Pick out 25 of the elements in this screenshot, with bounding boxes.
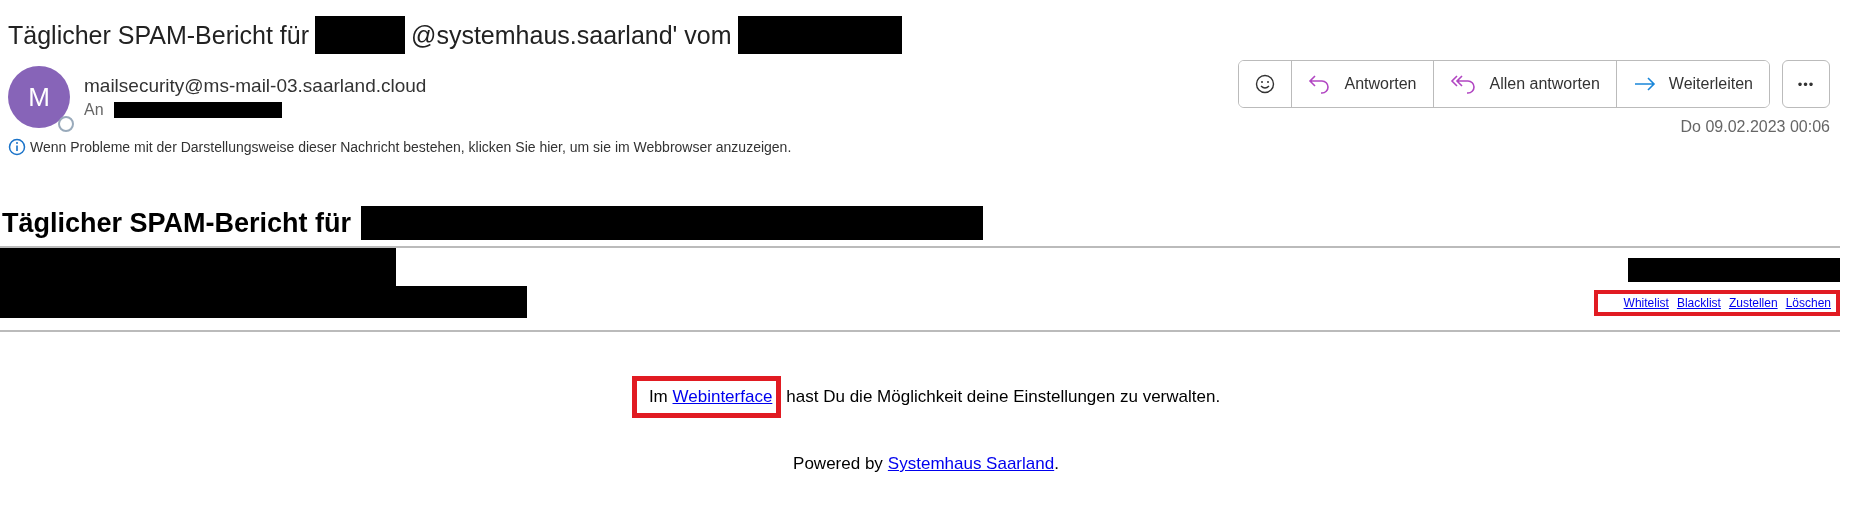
subject-text: @systemhaus.saarland' vom bbox=[411, 20, 732, 50]
more-button[interactable]: ••• bbox=[1782, 60, 1830, 108]
subject-text: Täglicher SPAM-Bericht für bbox=[8, 20, 309, 50]
powered-text: Powered by bbox=[793, 454, 883, 474]
info-message[interactable]: Wenn Probleme mit der Darstellungsweise dieser Nachricht bestehen, klicken Sie hier, um sie im Webbrowser anzuzeigen. bbox=[30, 139, 792, 155]
action-link[interactable]: Zustellen bbox=[1728, 296, 1778, 310]
date-text: Do 09.02.2023 00:06 bbox=[1680, 118, 1830, 136]
report-heading: Täglicher SPAM-Bericht für bbox=[1, 207, 352, 239]
smiley-icon bbox=[1255, 74, 1276, 94]
avatar-letter: M bbox=[28, 81, 50, 113]
sender-address: mailsecurity@ms-mail-03.saarland.cloud bbox=[84, 75, 427, 97]
to-label: An bbox=[84, 101, 104, 119]
arrow-right-icon bbox=[1632, 76, 1657, 92]
action-link[interactable]: Blacklist bbox=[1676, 296, 1721, 310]
company-link[interactable]: Systemhaus Saarland bbox=[887, 454, 1055, 474]
settings-text: hast Du die Möglichkeit deine Einstellungen zu verwalten. bbox=[786, 387, 1221, 407]
reply-all-icon bbox=[1449, 73, 1478, 95]
status-icon bbox=[58, 116, 74, 132]
action-link[interactable]: Löschen bbox=[1785, 296, 1831, 310]
action-link[interactable]: Whitelist bbox=[1623, 296, 1669, 310]
powered-text: . bbox=[1054, 454, 1059, 474]
action-button[interactable]: Weiterleiten bbox=[1615, 61, 1769, 107]
info-icon bbox=[8, 138, 26, 156]
settings-text: Im bbox=[648, 387, 668, 406]
webinterface-link[interactable]: Webinterface bbox=[672, 387, 773, 406]
